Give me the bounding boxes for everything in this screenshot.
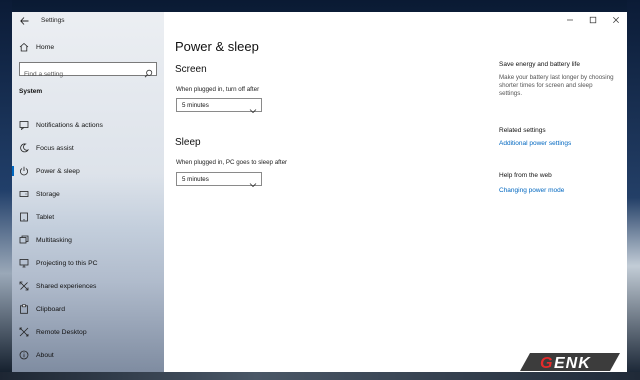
sidebar-item-focus-assist[interactable]: Focus assist [12, 139, 164, 157]
related-settings-panel: Related settings Additional power settin… [499, 127, 571, 147]
shared-experiences-icon [19, 281, 29, 291]
svg-text:G: G [540, 355, 553, 372]
power-icon [19, 166, 29, 176]
back-arrow-icon[interactable] [17, 14, 31, 28]
sidebar-item-label: Power & sleep [36, 167, 80, 175]
sidebar-item-home[interactable]: Home [12, 38, 164, 56]
sleep-timeout-label: When plugged in, PC goes to sleep after [176, 159, 288, 166]
desktop-wallpaper-right [627, 0, 640, 380]
screen-timeout-value: 5 minutes [182, 102, 209, 109]
chevron-down-icon [249, 176, 257, 188]
moon-icon [19, 143, 29, 153]
sidebar-item-power-sleep[interactable]: Power & sleep [12, 162, 164, 180]
sidebar-home-label: Home [36, 43, 55, 51]
notifications-icon [19, 120, 29, 130]
sidebar-item-remote-desktop[interactable]: Remote Desktop [12, 323, 164, 341]
sidebar-item-tablet[interactable]: Tablet [12, 208, 164, 226]
energy-tip-text: Make your battery last longer by choosin… [499, 74, 614, 98]
sidebar-item-label: Focus assist [36, 144, 74, 152]
sidebar-item-label: Shared experiences [36, 282, 97, 290]
sidebar-item-notifications[interactable]: Notifications & actions [12, 116, 164, 134]
storage-icon [19, 189, 29, 199]
additional-power-settings-link[interactable]: Additional power settings [499, 140, 571, 147]
sidebar-item-label: Notifications & actions [36, 121, 103, 129]
sidebar-item-label: Clipboard [36, 305, 66, 313]
screen-heading: Screen [175, 64, 207, 75]
sidebar-item-label: Storage [36, 190, 60, 198]
search-input[interactable] [20, 68, 143, 81]
search-icon[interactable] [144, 65, 153, 78]
sidebar-item-label: Remote Desktop [36, 328, 87, 336]
sleep-heading: Sleep [175, 137, 201, 148]
search-box[interactable] [19, 62, 157, 81]
tablet-icon [19, 212, 29, 222]
sidebar-item-storage[interactable]: Storage [12, 185, 164, 203]
sleep-timeout-dropdown[interactable]: 5 minutes [176, 172, 262, 188]
projecting-icon [19, 258, 29, 268]
sidebar-item-multitasking[interactable]: Multitasking [12, 231, 164, 249]
sidebar-section-label: System [19, 88, 43, 95]
help-heading: Help from the web [499, 172, 552, 179]
maximize-button[interactable] [581, 12, 604, 28]
sidebar-item-label: Tablet [36, 213, 55, 221]
multitasking-icon [19, 235, 29, 245]
window-controls [558, 12, 627, 28]
energy-tip-panel: Save energy and battery life Make your b… [499, 61, 617, 99]
related-settings-heading: Related settings [499, 127, 546, 134]
chevron-down-icon [249, 102, 257, 114]
remote-desktop-icon [19, 327, 29, 337]
sidebar-item-projecting[interactable]: Projecting to this PC [12, 254, 164, 272]
settings-window: Settings Home System Notifications & act… [12, 12, 627, 372]
sidebar-item-label: About [36, 351, 54, 359]
desktop-wallpaper-bottom [0, 372, 640, 380]
sidebar-item-clipboard[interactable]: Clipboard [12, 300, 164, 318]
desktop-wallpaper-left [0, 0, 12, 380]
home-icon [19, 42, 29, 52]
app-title: Settings [41, 17, 65, 24]
info-icon [19, 350, 29, 360]
sidebar-item-shared-experiences[interactable]: Shared experiences [12, 277, 164, 295]
clipboard-icon [19, 304, 29, 314]
screen-timeout-label: When plugged in, turn off after [176, 86, 260, 93]
page-title: Power & sleep [175, 39, 259, 54]
sidebar-item-label: Projecting to this PC [36, 259, 98, 267]
sidebar: Settings Home System Notifications & act… [12, 12, 164, 372]
minimize-button[interactable] [558, 12, 581, 28]
energy-tip-heading: Save energy and battery life [499, 61, 580, 68]
help-panel: Help from the web Changing power mode [499, 172, 564, 194]
sidebar-item-label: Multitasking [36, 236, 72, 244]
svg-text:ENK: ENK [554, 355, 591, 372]
close-button[interactable] [604, 12, 627, 28]
sidebar-item-about[interactable]: About [12, 346, 164, 364]
sleep-timeout-value: 5 minutes [182, 176, 209, 183]
screen-timeout-dropdown[interactable]: 5 minutes [176, 98, 262, 114]
genk-watermark-logo: G ENK [520, 352, 622, 372]
changing-power-mode-link[interactable]: Changing power mode [499, 187, 564, 194]
